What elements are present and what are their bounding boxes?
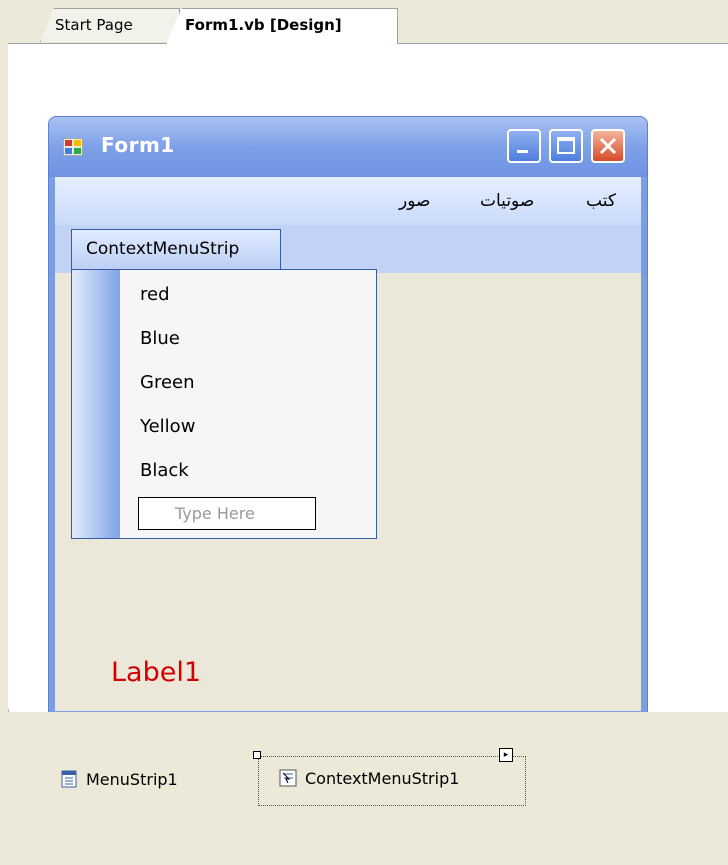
minimize-button[interactable] <box>507 129 541 163</box>
close-button[interactable] <box>591 129 625 163</box>
context-menu-design-strip: ContextMenuStrip <box>55 225 641 273</box>
design-surface: Form1 كتب صوتيات صور ContextMenuStrip re… <box>8 44 728 718</box>
tray-contextmenustrip1[interactable]: ContextMenuStrip1 <box>279 769 459 788</box>
tab-start-page[interactable]: Start Page <box>40 8 180 42</box>
tab-form1-design-label: Form1.vb [Design] <box>185 16 342 34</box>
label1[interactable]: Label1 <box>111 657 201 688</box>
menu-item-audio[interactable]: صوتيات <box>480 191 534 211</box>
form-client-area[interactable]: كتب صوتيات صور ContextMenuStrip red Blue… <box>55 177 641 711</box>
form-title: Form1 <box>101 133 175 157</box>
tray-menustrip1[interactable]: MenuStrip1 <box>60 770 178 789</box>
form-icon <box>63 138 83 156</box>
context-menu-image-margin <box>72 270 120 538</box>
menustrip-icon <box>61 770 77 788</box>
tab-start-page-label: Start Page <box>55 16 133 34</box>
menu-item-books[interactable]: كتب <box>586 191 616 211</box>
menu-item-images[interactable]: صور <box>399 191 430 211</box>
context-item-red[interactable]: red <box>140 284 170 305</box>
smart-tag-arrow-icon[interactable]: ▸ <box>499 748 513 762</box>
context-item-green[interactable]: Green <box>140 372 195 393</box>
context-menu-strip-header[interactable]: ContextMenuStrip <box>71 229 281 269</box>
context-item-yellow[interactable]: Yellow <box>140 416 195 437</box>
tab-form1-design[interactable]: Form1.vb [Design] <box>166 8 398 44</box>
tray-menustrip1-label: MenuStrip1 <box>86 770 178 789</box>
tray-contextmenustrip1-selection[interactable]: ▸ ContextMenuStrip1 <box>253 748 526 806</box>
minimize-icon <box>517 150 528 153</box>
component-tray: MenuStrip1 ▸ ContextMenuStrip1 <box>8 712 728 865</box>
context-item-black[interactable]: Black <box>140 460 189 481</box>
maximize-icon <box>557 137 575 154</box>
contextmenustrip-icon <box>279 769 297 787</box>
menu-strip[interactable]: كتب صوتيات صور <box>55 177 641 225</box>
context-item-blue[interactable]: Blue <box>140 328 180 349</box>
tray-contextmenustrip1-label: ContextMenuStrip1 <box>305 769 460 788</box>
form1-window[interactable]: Form1 كتب صوتيات صور ContextMenuStrip re… <box>48 116 648 718</box>
close-icon <box>599 137 617 155</box>
form-title-bar[interactable]: Form1 <box>49 117 647 177</box>
maximize-button[interactable] <box>549 129 583 163</box>
type-here-field[interactable]: Type Here <box>138 497 316 530</box>
document-tab-bar: Start Page Form1.vb [Design] <box>8 0 728 44</box>
selection-handle[interactable] <box>253 751 261 759</box>
context-menu-dropdown: red Blue Green Yellow Black Type Here <box>71 269 377 539</box>
